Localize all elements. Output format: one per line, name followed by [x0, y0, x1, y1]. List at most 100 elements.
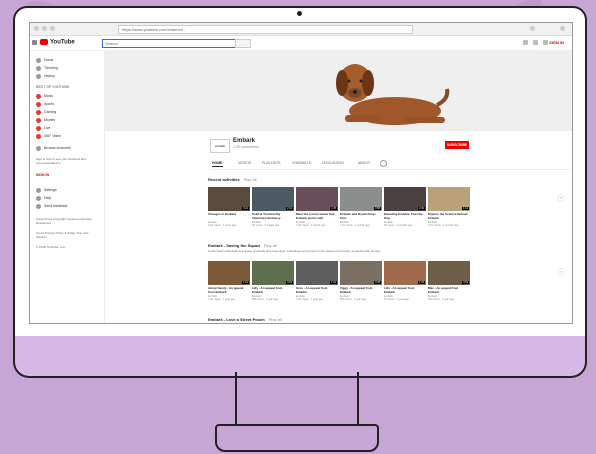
play-all-link[interactable]: Play all	[244, 177, 257, 182]
footer-links[interactable]: About Press Copyright Creators Advertise…	[36, 217, 96, 225]
add-circle-icon	[36, 145, 41, 151]
video-thumbnail[interactable]: 0:55	[252, 261, 294, 285]
video-title[interactable]: Oreo - An appeal from Embark	[296, 286, 338, 294]
video-stats: 1.2K views · 1 year ago	[296, 298, 324, 302]
video-duration: 1:12	[462, 207, 469, 210]
video-thumbnail[interactable]: 1:45	[296, 187, 338, 211]
tab-about[interactable]: ABOUT	[358, 161, 370, 165]
video-card[interactable]: 0:48 Ziggy - An appeal from Embark Embark 8…	[340, 261, 382, 311]
video-title[interactable]: Elevating Embark: Favorite Dog	[384, 212, 426, 220]
reload-icon[interactable]	[50, 26, 55, 31]
video-card[interactable]: 1:12 Explore the Science Behind Embark Emb…	[428, 187, 470, 237]
video-card[interactable]: 3:21 Changes to Embark Embark 2.1K views · …	[208, 187, 250, 237]
tab-discussion[interactable]: DISCUSSION	[322, 161, 344, 165]
video-card[interactable]: 0:55 Lilly - An appeal from Embark Embark 9…	[252, 261, 294, 311]
video-row-featured: 3:21 Changes to Embark Embark 2.1K views · …	[208, 187, 568, 237]
signin-button[interactable]: SIGN IN	[549, 40, 564, 45]
sidebar-item-music[interactable]: Music	[36, 93, 53, 99]
sidebar-item-gaming[interactable]: Gaming	[36, 109, 56, 115]
video-thumbnail[interactable]: 3:21	[208, 187, 250, 211]
sidebar-item-help[interactable]: Help	[36, 195, 51, 201]
sidebar-item-home[interactable]: Home	[36, 57, 53, 63]
monitor-stand-base	[215, 424, 379, 452]
sidebar-item-360[interactable]: 360° Video	[36, 133, 61, 139]
video-card[interactable]: 1:45 Meet the rescue teams that Embark wo…	[296, 187, 338, 237]
sidebar-item-feedback[interactable]: Send feedback	[36, 203, 67, 209]
home-icon	[36, 57, 41, 63]
video-duration: 0:48	[374, 281, 381, 284]
video-card[interactable]: 2:40 Elevating Embark: Favorite Dog Embark…	[384, 187, 426, 237]
video-thumbnail[interactable]: 1:01	[208, 261, 250, 285]
video-thumbnail[interactable]: 2:40	[384, 187, 426, 211]
youtube-logo[interactable]: YouTube	[40, 39, 75, 46]
tab-home[interactable]: HOME	[212, 161, 223, 167]
video-thumbnail[interactable]: 1:12	[428, 187, 470, 211]
chevron-right-icon[interactable]: ›	[558, 269, 564, 275]
sidebar-item-history[interactable]: History	[36, 73, 55, 79]
video-card[interactable]: 1:03 Lilly - An appeal from Embark Embark 1…	[384, 261, 426, 311]
video-card[interactable]: 0:58 Embark and Bryant Dogs Pets Embark 1.1…	[340, 187, 382, 237]
tab-channels[interactable]: CHANNELS	[292, 161, 311, 165]
chevron-right-icon[interactable]: ›	[558, 195, 564, 201]
search-button[interactable]	[235, 39, 251, 48]
bookmark-icon[interactable]	[530, 26, 535, 31]
signin-prompt: Sign in now to see your channels and rec…	[36, 157, 86, 165]
menu-icon[interactable]	[560, 26, 565, 31]
sidebar-item-sports[interactable]: Sports	[36, 101, 54, 107]
video-meta: Embark 950 views · 1 year ago	[252, 295, 294, 302]
video-duration: 3:21	[242, 207, 249, 210]
video-card[interactable]: 2:10 Solid & Trustworthy Veterinary Embas…	[252, 187, 294, 237]
video-title[interactable]: Max - An appeal from Embark	[428, 286, 470, 294]
sidebar-item-movies[interactable]: Movies	[36, 117, 55, 123]
video-card[interactable]: 1:01 Adopt Sandy - An appeal from Embark E…	[208, 261, 250, 311]
back-icon[interactable]	[34, 26, 39, 31]
subscribe-button[interactable]: SUBSCRIBE	[445, 141, 469, 149]
play-all-link[interactable]: Play all	[269, 317, 282, 322]
apps-icon[interactable]	[533, 40, 538, 45]
hamburger-icon[interactable]	[32, 40, 37, 45]
sidebar-item-browse-channels[interactable]: Browse channels	[36, 145, 71, 151]
tab-videos[interactable]: VIDEOS	[238, 161, 251, 165]
video-thumbnail[interactable]: 2:10	[252, 187, 294, 211]
feedback-icon	[36, 203, 41, 209]
more-icon[interactable]	[543, 40, 548, 45]
sidebar-signin-link[interactable]: SIGN IN	[36, 173, 49, 177]
sidebar-item-settings[interactable]: Settings	[36, 187, 57, 193]
video-title[interactable]: Changes to Embark	[208, 212, 250, 217]
video-card[interactable]: 1:10 Oreo - An appeal from Embark Embark 1.…	[296, 261, 338, 311]
channel-search-icon[interactable]	[380, 160, 387, 167]
video-meta: Embark 4K views · 2 weeks ago	[252, 221, 294, 228]
dog-banner-image	[336, 64, 450, 125]
play-all-link[interactable]: Play all	[264, 243, 277, 248]
video-thumbnail[interactable]: 1:10	[296, 261, 338, 285]
address-bar[interactable]: https://www.youtube.com/channel/...	[118, 25, 413, 34]
forward-icon[interactable]	[42, 26, 47, 31]
upload-icon[interactable]	[523, 40, 528, 45]
video-title[interactable]: Meet the rescue teams that Embark works …	[296, 212, 338, 220]
sidebar-item-trending[interactable]: Trending	[36, 65, 58, 71]
video-title[interactable]: Lilly - An appeal from Embark	[384, 286, 426, 294]
channel-content: embark Embark 1.2K subscribers SUBSCRIBE…	[105, 131, 572, 323]
channel-avatar[interactable]: embark	[210, 139, 230, 153]
tab-playlists[interactable]: PLAYLISTS	[262, 161, 280, 165]
video-card[interactable]: 0:59 Max - An appeal from Embark Embark 640…	[428, 261, 470, 311]
video-title[interactable]: Solid & Trustworthy Veterinary Embassy	[252, 212, 294, 220]
video-title[interactable]: Lilly - An appeal from Embark	[252, 286, 294, 294]
video-thumbnail[interactable]: 0:58	[340, 187, 382, 211]
video-duration: 1:01	[242, 281, 249, 284]
footer-links-secondary[interactable]: Terms Privacy Policy & Safety Test new f…	[36, 231, 96, 239]
video-title[interactable]: Embark and Bryant Dogs Pets	[340, 212, 382, 220]
video-title[interactable]: Adopt Sandy - An appeal from Embark	[208, 286, 250, 294]
video-thumbnail[interactable]: 1:03	[384, 261, 426, 285]
video-title[interactable]: Explore the Science Behind Embark	[428, 212, 470, 220]
section-description: At the heart of Embark is a group of peo…	[208, 249, 381, 253]
sidebar-item-live[interactable]: Live	[36, 125, 50, 131]
search-input[interactable]: Search	[102, 39, 236, 48]
video-duration: 1:10	[330, 281, 337, 284]
monitor: https://www.youtube.com/channel/... YouT…	[13, 6, 587, 378]
video-title[interactable]: Ziggy - An appeal from Embark	[340, 286, 382, 294]
video-thumbnail[interactable]: 0:48	[340, 261, 382, 285]
screen: https://www.youtube.com/channel/... YouT…	[29, 22, 573, 324]
video-thumbnail[interactable]: 0:59	[428, 261, 470, 285]
video-stats: 640 views · 1 year ago	[428, 298, 455, 302]
